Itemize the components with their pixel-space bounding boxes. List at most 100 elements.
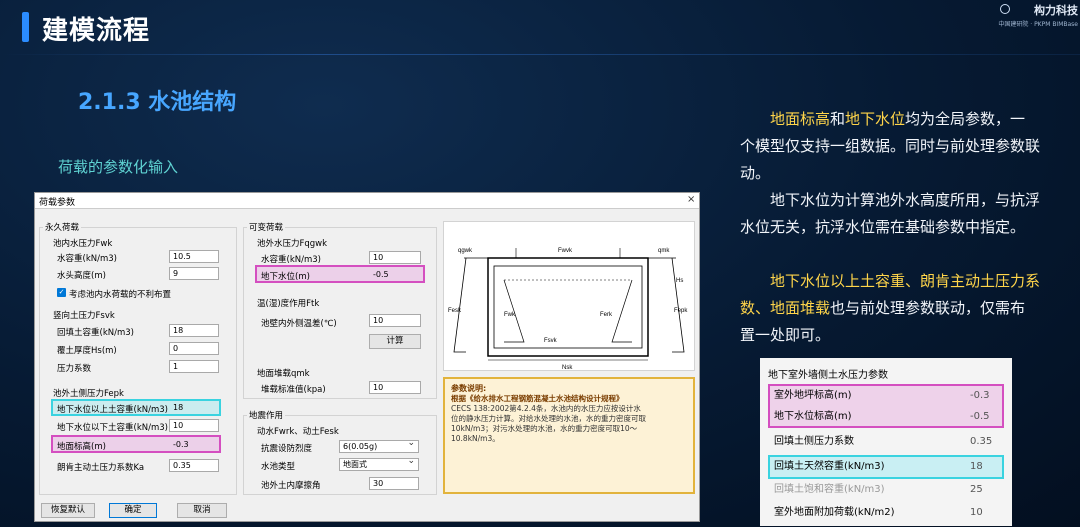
- section-subtitle: 荷载的参数化输入: [58, 158, 179, 176]
- seismic-label: 地震作用: [247, 409, 286, 421]
- water-head-height-label: 水头高度(m): [57, 271, 106, 281]
- permanent-load-label: 永久荷载: [43, 221, 82, 233]
- vertical-soil-label: 竖向土压力Fsvk: [53, 311, 115, 321]
- unfavorable-layout-checkbox[interactable]: ✓: [57, 288, 66, 297]
- description-line-4: 10kN/m3；对污水处理的水池，水的重力密度可取10～: [451, 424, 638, 433]
- surcharge-std-input[interactable]: 10: [369, 381, 421, 394]
- parameter-description: 参数说明: 根据《给水排水工程钢筋混凝土水池结构设计规程》 CECS 138:2…: [443, 377, 695, 494]
- tank-type-label: 水池类型: [261, 462, 296, 472]
- surcharge-std-label: 堆载标准值(kpa): [261, 385, 326, 395]
- panel-row-value: 25: [970, 484, 983, 495]
- seismic-intensity-select[interactable]: 6(0.05g): [339, 438, 419, 453]
- diagram-tank-inner: [493, 265, 643, 349]
- logo-text: 构力科技: [1034, 4, 1078, 17]
- temperature-diff-input[interactable]: 10: [369, 314, 421, 327]
- panel-row-saturated-weight[interactable]: 回填土饱和容重(kN/m3) 25: [768, 480, 1004, 500]
- panel-row-value: 0.35: [970, 436, 993, 447]
- diagram-label-fwvk: Fwvk: [558, 248, 573, 254]
- surcharge-label: 地面堆载qmk: [257, 369, 310, 379]
- note-groundwater: 地下水位为计算池外水高度所用，与抗浮水位无关，抗浮水位需在基础参数中指定。: [740, 187, 1040, 241]
- ground-elevation-label: 地面标高(m): [57, 442, 106, 452]
- diagram-label-nsk: Nsk: [562, 365, 573, 371]
- friction-angle-input[interactable]: 30: [369, 477, 419, 490]
- rankine-coefficient-input[interactable]: 0.35: [169, 459, 219, 472]
- company-logo: 构力科技 中国建研院 · PKPM BIMBase: [990, 2, 1078, 28]
- diagram-label-ferk: Ferk: [600, 312, 613, 318]
- panel-row-natural-weight[interactable]: 回填土天然容重(kN/m3) 18: [768, 457, 1004, 477]
- diagram-fepk-triangle: [671, 257, 685, 353]
- logo-subtext: 中国建研院 · PKPM BIMBase: [998, 21, 1078, 28]
- temperature-label: 温(湿)度作用Ftk: [257, 299, 320, 309]
- groundwater-level-input[interactable]: -0.5: [369, 268, 421, 281]
- ok-button[interactable]: 确定: [109, 503, 157, 518]
- note-connector: 和: [830, 110, 846, 128]
- variable-load-label: 可变荷载: [247, 221, 286, 233]
- outer-water-weight-label: 水容重(kN/m3): [261, 255, 321, 265]
- tank-load-diagram-svg: qgwk qmk Fwvk Fesk Fepk Fwk Ferk Fsvk Hs…: [448, 248, 688, 371]
- diagram-label-fwk: Fwk: [504, 312, 516, 318]
- section-title: 2.1.3 水池结构: [78, 90, 237, 115]
- outer-water-label: 池外水压力Fqgwk: [257, 239, 328, 249]
- description-heading: 参数说明:: [451, 384, 487, 393]
- diagram-fwk-right: [611, 279, 633, 343]
- description-line-5: 10.8kN/m3。: [451, 434, 500, 443]
- panel-row-surcharge[interactable]: 室外地面附加荷载(kN/m2) 10: [768, 503, 1004, 523]
- ground-elevation-input[interactable]: -0.3: [169, 438, 219, 451]
- panel-row-label: 回填土饱和容重(kN/m3): [774, 484, 885, 495]
- close-icon[interactable]: ×: [687, 194, 695, 205]
- panel-row-outdoor-elevation[interactable]: 室外地坪标高(m) -0.3: [768, 386, 1004, 406]
- note-global-params: 地面标高和地下水位均为全局参数，一个模型仅支持一组数据。同时与前处理参数联动。: [740, 106, 1040, 187]
- inner-water-label: 池内水压力Fwk: [53, 239, 113, 249]
- diagram-label-qgwk: qgwk: [458, 248, 473, 254]
- load-diagram: qgwk qmk Fwvk Fesk Fepk Fwk Ferk Fsvk Hs…: [443, 221, 695, 371]
- panel-row-value: -0.5: [970, 411, 990, 422]
- title-accent-bar: [22, 12, 29, 42]
- panel-row-value: 10: [970, 507, 983, 518]
- lateral-soil-label: 池外土侧压力Fepk: [53, 389, 124, 399]
- diagram-fesk-triangle: [453, 257, 467, 353]
- cover-thickness-input[interactable]: 0: [169, 342, 219, 355]
- panel-row-value: 18: [970, 461, 983, 472]
- header-divider: [0, 54, 1080, 55]
- panel-row-groundwater-elevation[interactable]: 地下水位标高(m) -0.5: [768, 407, 1004, 427]
- soil-above-water-label: 地下水位以上土容重(kN/m3): [57, 405, 168, 415]
- pressure-factor-input[interactable]: 1: [169, 360, 219, 373]
- panel-row-label: 室外地坪标高(m): [774, 390, 852, 401]
- backfill-weight-label: 回填土容重(kN/m3): [57, 328, 134, 338]
- restore-defaults-button[interactable]: 恢复默认: [41, 503, 95, 518]
- soil-above-water-input[interactable]: 18: [169, 401, 219, 414]
- water-head-height-input[interactable]: 9: [169, 267, 219, 280]
- note-highlight-ground: 地面标高: [770, 110, 831, 128]
- panel-row-label: 地下水位标高(m): [774, 411, 852, 422]
- rankine-coefficient-label: 朗肯主动土压力系数Ka: [57, 463, 145, 473]
- diagram-label-hs: Hs: [676, 278, 683, 284]
- description-line-1: 根据《给水排水工程钢筋混凝土水池结构设计规程》: [451, 394, 624, 403]
- dialog-titlebar: 荷载参数 ×: [35, 193, 699, 209]
- pressure-factor-label: 压力系数: [57, 364, 92, 374]
- dialog-title: 荷载参数: [39, 198, 76, 208]
- note-highlight-water: 地下水位: [845, 110, 906, 128]
- friction-angle-label: 池外土内摩擦角: [261, 481, 321, 491]
- water-unit-weight-input[interactable]: 10.5: [169, 250, 219, 263]
- panel-row-label: 回填土天然容重(kN/m3): [774, 461, 885, 472]
- temperature-diff-label: 池壁内外侧温差(℃): [261, 319, 337, 329]
- panel-row-label: 室外地面附加荷载(kN/m2): [774, 507, 895, 518]
- diagram-fwk-left: [503, 279, 525, 343]
- soil-below-water-input[interactable]: 10: [169, 419, 219, 432]
- panel-title: 地下室外墙侧土水压力参数: [768, 370, 888, 381]
- note-groundwater-text: 地下水位为计算池外水高度所用，与抗浮水位无关，抗浮水位需在基础参数中指定。: [740, 191, 1041, 236]
- unfavorable-layout-label: 考虑池内水荷载的不利布置: [69, 290, 172, 300]
- load-params-dialog: 荷载参数 × 永久荷载 池内水压力Fwk 水容重(kN/m3) 10.5 水头高…: [34, 192, 700, 522]
- panel-row-backfill-coefficient[interactable]: 回填土侧压力系数 0.35: [768, 432, 1004, 452]
- backfill-weight-input[interactable]: 18: [169, 324, 219, 337]
- panel-row-value: -0.3: [970, 390, 990, 401]
- seismic-intensity-label: 抗震设防烈度: [261, 444, 313, 454]
- diagram-tank-outline: [487, 257, 649, 357]
- calculate-button[interactable]: 计算: [369, 334, 421, 349]
- outer-water-weight-input[interactable]: 10: [369, 251, 421, 264]
- tank-type-select[interactable]: 地面式: [339, 456, 419, 471]
- slide-title: 建模流程: [42, 16, 151, 46]
- cover-thickness-label: 覆土厚度Hs(m): [57, 346, 117, 356]
- cancel-button[interactable]: 取消: [177, 503, 227, 518]
- diagram-label-fesk: Fesk: [448, 308, 462, 314]
